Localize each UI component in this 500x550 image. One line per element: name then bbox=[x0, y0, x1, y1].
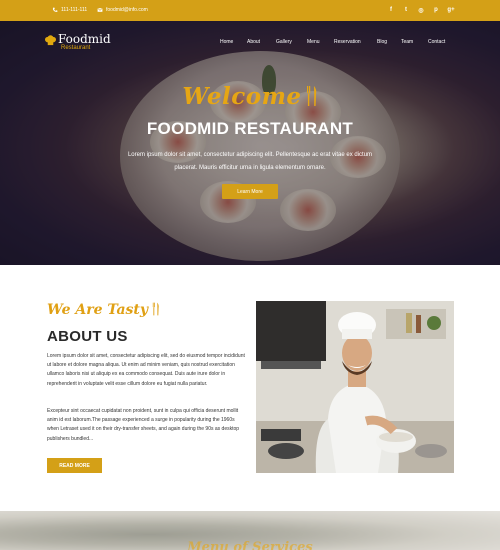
hero-title: FOODMID RESTAURANT bbox=[146, 119, 354, 138]
hero-description: Lorem ipsum dolor sit amet, consectetur … bbox=[127, 152, 373, 171]
top-bar: 111-111-111 foodmid@info.com f t ◎ p g+ bbox=[0, 0, 500, 21]
hero-banner bbox=[0, 21, 500, 265]
nav-reservation[interactable]: Reservation bbox=[334, 39, 361, 45]
hero-script-title: Welcome bbox=[0, 83, 500, 110]
brand-name: Foodmid bbox=[58, 32, 111, 46]
phone-number: 111-111-111 bbox=[61, 7, 88, 13]
pinterest-icon[interactable]: p bbox=[433, 6, 439, 14]
brand-subtitle: Restaurant bbox=[61, 45, 91, 51]
about-paragraph-2: Excepteur sint occaecat cupidatat non pr… bbox=[47, 408, 240, 442]
site-logo[interactable]: Foodmid Restaurant bbox=[44, 32, 111, 51]
twitter-icon[interactable]: t bbox=[403, 6, 409, 14]
phone-icon bbox=[52, 7, 58, 12]
chef-hat-icon bbox=[45, 35, 56, 46]
fork-knife-icon bbox=[306, 86, 316, 106]
nav-menu[interactable]: Menu bbox=[307, 39, 320, 45]
phone-info[interactable]: 111-111-111 bbox=[52, 7, 87, 13]
chef-illustration bbox=[256, 301, 454, 473]
social-links: f t ◎ p g+ bbox=[388, 6, 455, 14]
google-plus-icon[interactable]: g+ bbox=[447, 6, 454, 14]
fork-knife-icon bbox=[152, 302, 159, 316]
nav-team[interactable]: Team bbox=[401, 39, 413, 45]
read-more-button[interactable]: READ MORE bbox=[47, 458, 102, 473]
learn-more-button[interactable]: Learn More bbox=[222, 184, 278, 199]
nav-about[interactable]: About bbox=[247, 39, 260, 45]
nav-gallery[interactable]: Gallery bbox=[276, 39, 292, 45]
email-info[interactable]: foodmid@info.com bbox=[97, 7, 148, 13]
hero-welcome-text: Welcome bbox=[182, 83, 302, 110]
about-title: ABOUT US bbox=[47, 328, 128, 345]
nav-blog[interactable]: Blog bbox=[377, 39, 387, 45]
email-address: foodmid@info.com bbox=[106, 7, 148, 13]
about-paragraph-1: Lorem ipsum dolor sit amet, consectetur … bbox=[47, 353, 245, 387]
about-script-title: We Are Tasty bbox=[47, 302, 160, 318]
services-script-title: Menu of Services bbox=[187, 540, 313, 550]
nav-home[interactable]: Home bbox=[220, 39, 233, 45]
nav-contact[interactable]: Contact bbox=[428, 39, 445, 45]
about-tasty-text: We Are Tasty bbox=[47, 302, 149, 318]
chef-photo bbox=[256, 301, 454, 473]
envelope-icon bbox=[97, 7, 103, 12]
facebook-icon[interactable]: f bbox=[388, 6, 394, 14]
instagram-icon[interactable]: ◎ bbox=[418, 6, 424, 14]
services-section-preview: Menu of Services bbox=[0, 511, 500, 550]
hero-overlay bbox=[0, 21, 500, 265]
